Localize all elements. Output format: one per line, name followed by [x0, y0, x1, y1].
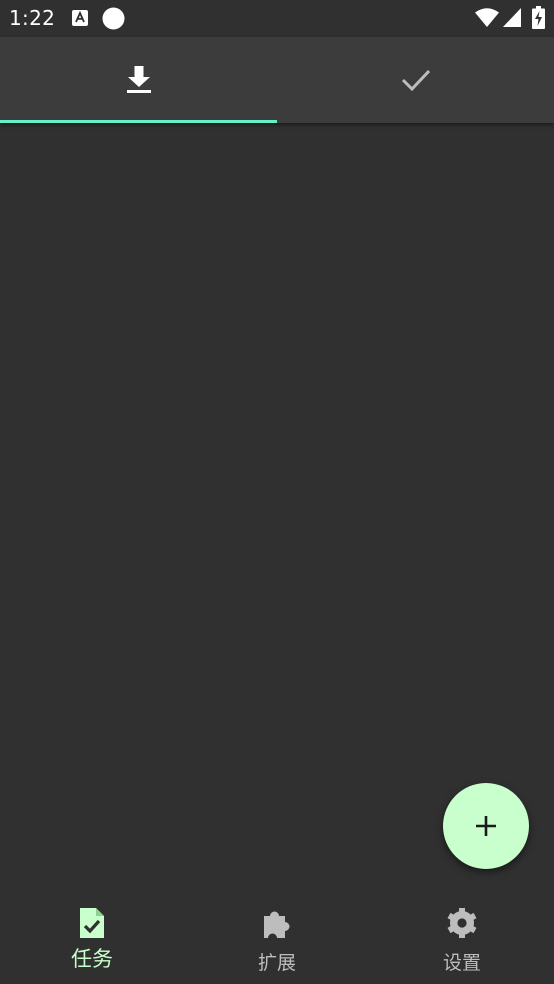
nav-label-settings: 设置: [442, 952, 481, 974]
plus-icon: [476, 816, 496, 836]
nav-label-tasks: 任务: [71, 947, 113, 971]
battery-charging-icon: [532, 6, 545, 29]
task-list-area: [0, 123, 554, 897]
tab-downloading[interactable]: [0, 37, 277, 123]
nav-label-extensions: 扩展: [257, 952, 296, 974]
keyboard-a-icon: [72, 10, 88, 26]
signal-icon: [503, 8, 521, 27]
top-tab-bar: [0, 37, 554, 123]
circle-icon: [102, 7, 125, 30]
bottom-navigation: 任务 扩展 设置: [0, 897, 554, 984]
nav-item-extensions[interactable]: 扩展: [185, 897, 369, 984]
puzzle-icon: [264, 911, 290, 938]
status-time: 1:22: [9, 6, 56, 30]
tab-completed[interactable]: [277, 37, 554, 123]
nav-item-settings[interactable]: 设置: [370, 897, 554, 984]
gear-icon: [447, 908, 477, 938]
nav-item-tasks[interactable]: 任务: [0, 897, 184, 984]
download-icon: [126, 66, 151, 93]
wifi-icon: [475, 8, 499, 27]
check-icon: [401, 69, 430, 91]
task-file-check-icon: [80, 908, 104, 938]
status-bar: 1:22: [0, 0, 554, 37]
add-task-button[interactable]: [443, 783, 529, 869]
tab-indicator: [0, 120, 277, 123]
